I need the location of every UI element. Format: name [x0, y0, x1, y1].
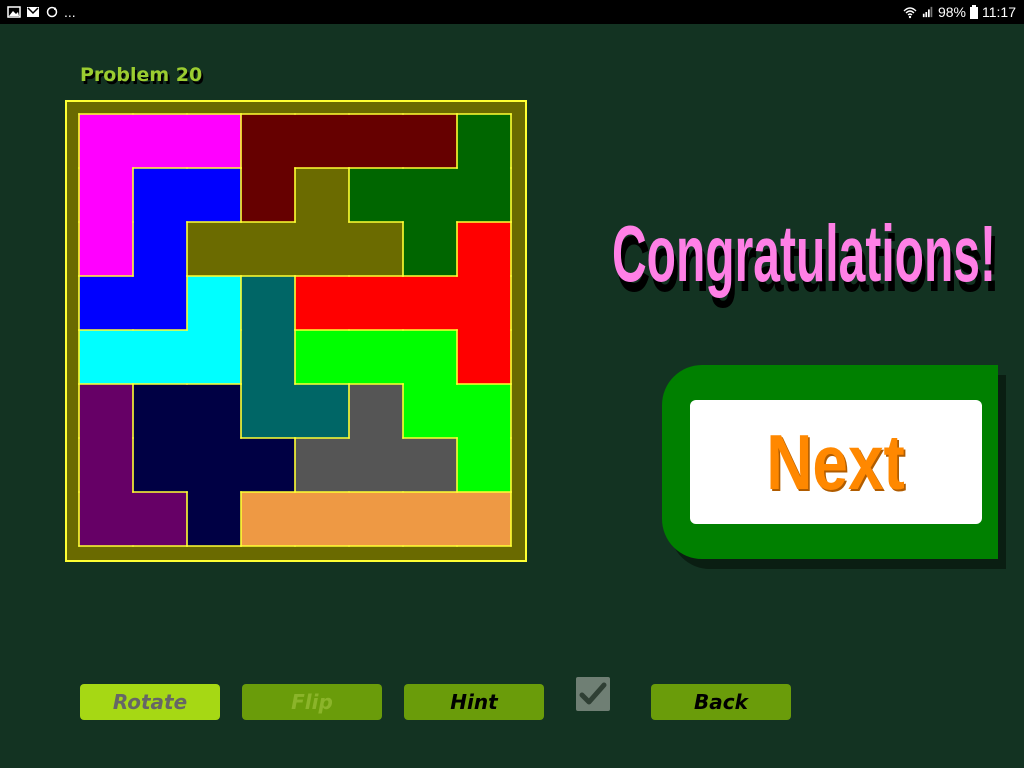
cell-gray	[349, 438, 404, 493]
cell-lime	[349, 330, 404, 385]
cell-magenta	[79, 114, 134, 169]
congratulations-message: Congratulations!	[612, 209, 996, 298]
cell-olive	[241, 222, 296, 277]
cell-cyan	[79, 330, 134, 385]
cell-red	[295, 276, 350, 331]
cell-navy	[187, 492, 242, 547]
next-button-frame: Next	[662, 365, 998, 559]
cell-olive	[295, 222, 350, 277]
cell-navy	[241, 438, 296, 493]
status-left: ...	[7, 3, 76, 21]
gmail-icon	[27, 7, 39, 17]
back-label: Back	[694, 690, 748, 714]
signal-icon	[922, 6, 933, 18]
cell-navy	[133, 384, 188, 439]
status-right: 98% 11:17	[902, 3, 1016, 21]
puzzle-board	[65, 100, 527, 562]
cell-magenta	[133, 114, 188, 169]
next-label: Next	[766, 417, 906, 506]
cell-lime	[403, 330, 458, 385]
cell-purple	[79, 438, 134, 493]
cell-red	[403, 276, 458, 331]
battery-icon	[970, 5, 978, 19]
cell-teal	[241, 276, 296, 331]
cell-magenta	[79, 168, 134, 223]
cell-dark-green	[349, 168, 404, 223]
cell-teal	[241, 384, 296, 439]
cell-orange	[403, 492, 458, 547]
cell-purple	[133, 492, 188, 547]
cell-navy	[187, 384, 242, 439]
flip-label: Flip	[291, 690, 333, 714]
cell-orange	[241, 492, 296, 547]
cell-teal	[295, 384, 350, 439]
cell-blue	[133, 222, 188, 277]
cell-orange	[295, 492, 350, 547]
cell-olive	[349, 222, 404, 277]
status-bar: ... 98% 11:17	[0, 0, 1024, 24]
cell-maroon	[349, 114, 404, 169]
cell-teal	[241, 330, 296, 385]
checkmark-icon	[579, 682, 607, 705]
cell-lime	[457, 438, 512, 493]
cell-purple	[79, 384, 134, 439]
gallery-icon	[7, 6, 21, 18]
cell-red	[457, 276, 512, 331]
cell-dark-green	[403, 168, 458, 223]
cell-navy	[187, 438, 242, 493]
rotate-label: Rotate	[112, 690, 188, 714]
flip-button[interactable]: Flip	[242, 684, 382, 720]
cell-olive	[295, 168, 350, 223]
battery-percent: 98%	[937, 4, 966, 20]
cell-red	[349, 276, 404, 331]
cell-red	[457, 222, 512, 277]
cell-blue	[133, 276, 188, 331]
cell-purple	[79, 492, 134, 547]
cell-blue	[187, 168, 242, 223]
cell-gray	[403, 438, 458, 493]
cell-magenta	[187, 114, 242, 169]
cell-olive	[187, 222, 242, 277]
hint-label: Hint	[450, 690, 498, 714]
cell-orange	[457, 492, 512, 547]
cell-maroon	[403, 114, 458, 169]
board-grid	[78, 113, 512, 547]
cell-dark-green	[403, 222, 458, 277]
cell-dark-green	[457, 114, 512, 169]
cell-maroon	[241, 168, 296, 223]
cell-maroon	[241, 114, 296, 169]
cell-dark-green	[457, 168, 512, 223]
cell-cyan	[187, 276, 242, 331]
clock: 11:17	[982, 4, 1016, 20]
sync-icon	[46, 6, 58, 18]
rotate-button[interactable]: Rotate	[80, 684, 220, 720]
status-overflow: ...	[64, 4, 76, 20]
cell-gray	[295, 438, 350, 493]
cell-maroon	[295, 114, 350, 169]
hint-button[interactable]: Hint	[404, 684, 544, 720]
next-button[interactable]: Next	[690, 400, 982, 524]
cell-blue	[133, 168, 188, 223]
cell-navy	[133, 438, 188, 493]
cell-cyan	[133, 330, 188, 385]
wifi-icon	[903, 7, 917, 19]
cell-gray	[349, 384, 404, 439]
cell-lime	[295, 330, 350, 385]
cell-lime	[457, 384, 512, 439]
back-button[interactable]: Back	[651, 684, 791, 720]
cell-red	[457, 330, 512, 385]
problem-title: Problem 20	[80, 64, 203, 86]
cell-cyan	[187, 330, 242, 385]
cell-lime	[403, 384, 458, 439]
hint-checkbox[interactable]	[576, 677, 610, 711]
piece-orange[interactable]	[241, 492, 512, 547]
cell-orange	[349, 492, 404, 547]
cell-magenta	[79, 222, 134, 277]
cell-blue	[79, 276, 134, 331]
